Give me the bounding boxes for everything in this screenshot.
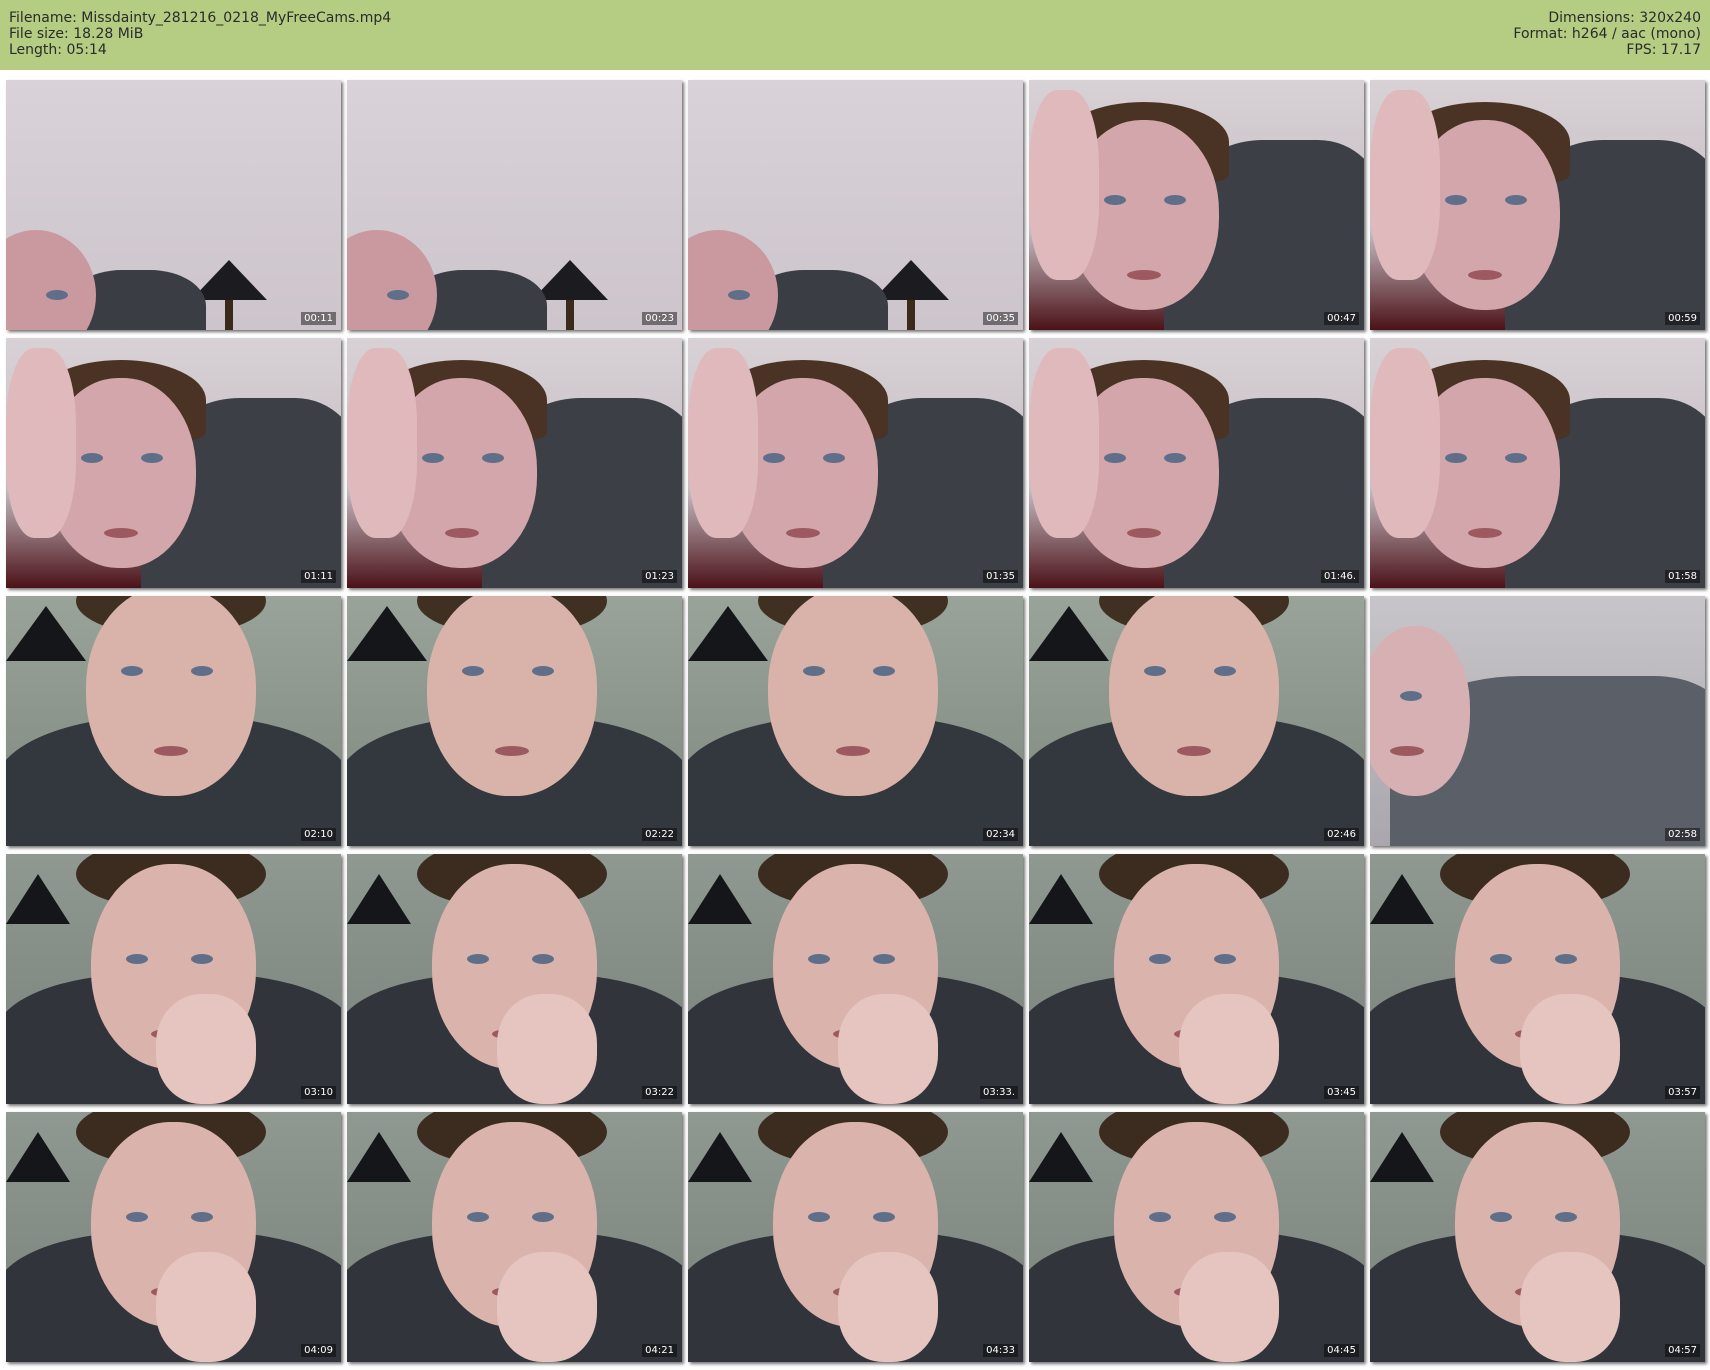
timestamp-label: 02:58 — [1665, 828, 1700, 841]
timestamp-label: 04:57 — [1665, 1344, 1700, 1357]
thumbnail-image — [6, 596, 341, 846]
timestamp-label: 01:11 — [301, 570, 336, 583]
thumbnail-image — [1029, 338, 1364, 588]
video-thumbnail: 04:45 — [1029, 1112, 1364, 1362]
thumbnail-image — [688, 596, 1023, 846]
timestamp-label: 03:10 — [301, 1086, 336, 1099]
thumbnail-image — [688, 80, 1023, 330]
timestamp-label: 04:33 — [983, 1344, 1018, 1357]
timestamp-label: 01:46. — [1321, 570, 1359, 583]
timestamp-label: 00:59 — [1665, 312, 1700, 325]
thumbnail-image — [1370, 854, 1705, 1104]
timestamp-label: 02:34 — [983, 828, 1018, 841]
timestamp-label: 03:33. — [980, 1086, 1018, 1099]
thumbnail-image — [347, 80, 682, 330]
thumbnail-image — [1370, 338, 1705, 588]
timestamp-label: 03:57 — [1665, 1086, 1700, 1099]
video-thumbnail: 04:33 — [688, 1112, 1023, 1362]
timestamp-label: 02:46 — [1324, 828, 1359, 841]
video-thumbnail: 03:22 — [347, 854, 682, 1104]
video-thumbnail: 00:35 — [688, 80, 1023, 330]
thumbnail-image — [6, 854, 341, 1104]
video-thumbnail: 01:46. — [1029, 338, 1364, 588]
video-thumbnail: 00:47 — [1029, 80, 1364, 330]
timestamp-label: 00:11 — [301, 312, 336, 325]
video-thumbnail: 01:23 — [347, 338, 682, 588]
video-thumbnail: 03:10 — [6, 854, 341, 1104]
fps-line: FPS: 17.17 — [1626, 42, 1701, 58]
format-line: Format: h264 / aac (mono) — [1513, 26, 1701, 42]
thumbnail-image — [688, 338, 1023, 588]
thumbnail-image — [1029, 80, 1364, 330]
timestamp-label: 01:58 — [1665, 570, 1700, 583]
thumbnail-image — [347, 338, 682, 588]
thumbnail-image — [6, 338, 341, 588]
timestamp-label: 04:09 — [301, 1344, 336, 1357]
timestamp-label: 04:21 — [642, 1344, 677, 1357]
video-thumbnail: 02:34 — [688, 596, 1023, 846]
timestamp-label: 01:35 — [983, 570, 1018, 583]
thumbnail-image — [347, 1112, 682, 1362]
stream-info: Dimensions: 320x240 Format: h264 / aac (… — [1513, 10, 1701, 58]
thumbnail-image — [1029, 854, 1364, 1104]
timestamp-label: 00:35 — [983, 312, 1018, 325]
video-thumbnail: 04:57 — [1370, 1112, 1705, 1362]
thumbnail-image — [6, 1112, 341, 1362]
video-thumbnail: 02:58 — [1370, 596, 1705, 846]
timestamp-label: 02:10 — [301, 828, 336, 841]
file-info: Filename: Missdainty_281216_0218_MyFreeC… — [9, 10, 391, 58]
video-thumbnail: 02:46 — [1029, 596, 1364, 846]
thumbnail-image — [1370, 80, 1705, 330]
timestamp-label: 03:45 — [1324, 1086, 1359, 1099]
filesize-line: File size: 18.28 MiB — [9, 26, 144, 42]
length-line: Length: 05:14 — [9, 42, 107, 58]
info-header: Filename: Missdainty_281216_0218_MyFreeC… — [0, 0, 1710, 70]
video-thumbnail: 00:11 — [6, 80, 341, 330]
video-thumbnail: 01:58 — [1370, 338, 1705, 588]
filename-line: Filename: Missdainty_281216_0218_MyFreeC… — [9, 10, 392, 26]
thumbnail-image — [1370, 596, 1705, 846]
video-thumbnail: 03:33. — [688, 854, 1023, 1104]
thumbnail-image — [347, 854, 682, 1104]
timestamp-label: 03:22 — [642, 1086, 677, 1099]
thumbnail-image — [347, 596, 682, 846]
timestamp-label: 04:45 — [1324, 1344, 1359, 1357]
timestamp-label: 00:23 — [642, 312, 677, 325]
thumbnail-image — [6, 80, 341, 330]
video-thumbnail: 02:22 — [347, 596, 682, 846]
thumbnail-image — [688, 854, 1023, 1104]
video-thumbnail: 01:35 — [688, 338, 1023, 588]
video-thumbnail: 03:45 — [1029, 854, 1364, 1104]
thumbnail-image — [688, 1112, 1023, 1362]
video-thumbnail: 04:09 — [6, 1112, 341, 1362]
video-thumbnail: 00:23 — [347, 80, 682, 330]
video-thumbnail: 03:57 — [1370, 854, 1705, 1104]
video-thumbnail: 02:10 — [6, 596, 341, 846]
thumbnail-image — [1029, 1112, 1364, 1362]
timestamp-label: 02:22 — [642, 828, 677, 841]
timestamp-label: 01:23 — [642, 570, 677, 583]
video-thumbnail: 00:59 — [1370, 80, 1705, 330]
thumbnail-grid: 00:11 00:23 00:35 00:47 00:59 01:11 01:23 01:35… — [6, 80, 1705, 1362]
timestamp-label: 00:47 — [1324, 312, 1359, 325]
video-thumbnail: 04:21 — [347, 1112, 682, 1362]
thumbnail-image — [1370, 1112, 1705, 1362]
thumbnail-image — [1029, 596, 1364, 846]
video-thumbnail: 01:11 — [6, 338, 341, 588]
dimensions-line: Dimensions: 320x240 — [1548, 10, 1701, 26]
